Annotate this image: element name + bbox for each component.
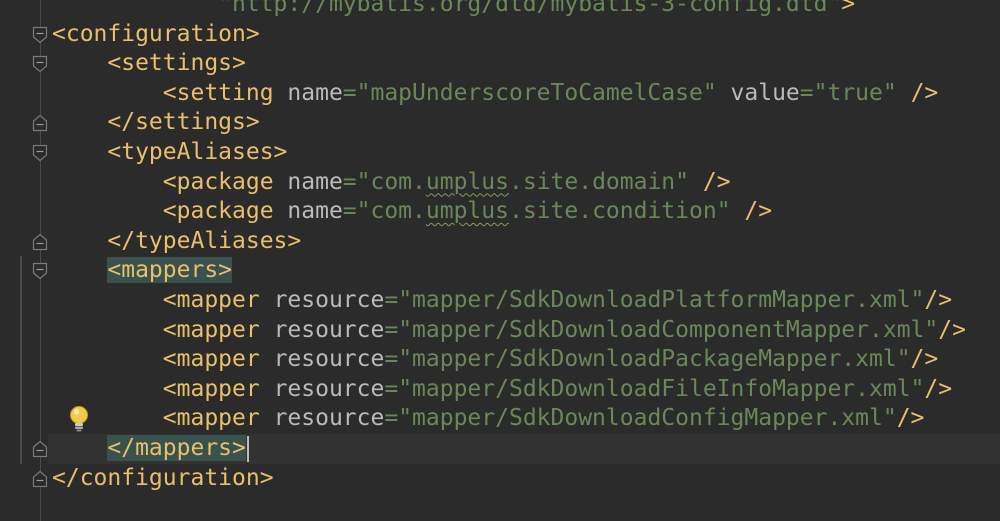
xml-value: ="mapper/SdkDownloadComponentMapper.xml" <box>384 316 939 343</box>
xml-value: umplus <box>425 198 509 225</box>
xml-attribute: name <box>287 168 343 195</box>
code-line[interactable]: <mapper resource="mapper/SdkDownloadFile… <box>52 375 952 405</box>
fold-close-icon[interactable] <box>32 233 48 251</box>
xml-tag: <setting <box>162 79 288 106</box>
code-editor[interactable]: "http://mybatis.org/dtd/mybatis-3-config… <box>0 0 1000 521</box>
xml-attribute: name <box>287 79 343 106</box>
xml-tag: <settings> <box>107 50 246 77</box>
xml-attribute: name <box>287 198 343 225</box>
xml-value: ="true" <box>799 79 911 106</box>
xml-tag: <package <box>162 168 288 195</box>
xml-value: ="mapper/SdkDownloadPlatformMapper.xml" <box>384 287 925 313</box>
xml-attribute: resource <box>273 287 385 313</box>
code-line[interactable]: </settings> <box>52 108 260 138</box>
xml-tag: <mapper <box>162 316 274 343</box>
xml-tag: /> <box>924 287 953 313</box>
code-line[interactable]: <package name="com.umplus.site.condition… <box>52 197 772 227</box>
code-line[interactable]: <mapper resource="mapper/SdkDownloadConf… <box>52 404 925 434</box>
code-line[interactable]: <mapper resource="mapper/SdkDownloadPlat… <box>52 286 952 316</box>
fold-close-icon[interactable] <box>32 470 48 488</box>
xml-tag: <configuration> <box>52 20 260 47</box>
xml-tag: <mapper <box>162 346 274 373</box>
xml-attribute: resource <box>273 346 385 373</box>
code-line[interactable]: <package name="com.umplus.site.domain" /… <box>52 168 731 198</box>
xml-value: .site.condition" <box>508 198 745 225</box>
xml-tag: </typeAliases> <box>107 227 302 254</box>
xml-value: ="mapper/SdkDownloadFileInfoMapper.xml" <box>384 375 925 402</box>
xml-tag: </mappers> <box>107 435 246 461</box>
code-line[interactable]: <typeAliases> <box>52 138 287 168</box>
xml-tag: /> <box>744 198 773 225</box>
xml-value: ="mapper/SdkDownloadConfigMapper.xml" <box>384 405 897 432</box>
fold-close-icon[interactable] <box>32 440 48 458</box>
xml-tag: <package <box>162 198 288 225</box>
xml-value: .site.domain" <box>508 168 703 195</box>
xml-tag: /> <box>910 346 939 373</box>
fold-open-icon[interactable] <box>32 55 48 73</box>
code-line[interactable]: </typeAliases> <box>52 227 301 257</box>
xml-attribute: resource <box>273 375 385 402</box>
fold-open-icon[interactable] <box>32 144 48 162</box>
xml-attribute: value <box>730 79 800 106</box>
code-line[interactable]: </mappers> <box>52 434 249 464</box>
xml-tag: /> <box>924 375 953 402</box>
xml-value: ="mapper/SdkDownloadPackageMapper.xml" <box>384 346 911 373</box>
code-line[interactable]: <configuration> <box>52 20 260 50</box>
xml-value: ="com. <box>342 168 426 195</box>
xml-tag: </settings> <box>107 109 260 136</box>
fold-open-icon[interactable] <box>32 26 48 44</box>
fold-open-icon[interactable] <box>32 262 48 280</box>
code-line[interactable]: </configuration> <box>52 464 274 494</box>
code-line[interactable]: <mappers> <box>52 256 233 286</box>
code-line[interactable]: <mapper resource="mapper/SdkDownloadComp… <box>52 316 966 346</box>
xml-tag: <mappers> <box>107 257 233 284</box>
xml-tag: <mapper <box>162 375 274 402</box>
text-caret <box>246 435 249 462</box>
xml-tag: /> <box>938 316 966 343</box>
code-line[interactable]: <mapper resource="mapper/SdkDownloadPack… <box>52 345 938 375</box>
xml-tag: > <box>841 0 856 17</box>
lightbulb-icon[interactable] <box>66 404 92 434</box>
xml-attribute: resource <box>273 405 385 432</box>
xml-tag: /> <box>896 405 925 432</box>
xml-value: umplus <box>425 168 509 195</box>
code-line[interactable]: <settings> <box>52 49 246 79</box>
xml-value: "http://mybatis.org/dtd/mybatis-3-config… <box>218 0 842 17</box>
xml-tag: </configuration> <box>52 464 274 491</box>
xml-tag: /> <box>910 79 939 106</box>
xml-tag: <mapper <box>162 287 274 313</box>
xml-value: ="com. <box>342 198 426 225</box>
code-line[interactable]: <setting name="mapUnderscoreToCamelCase"… <box>52 79 938 109</box>
xml-tag: <typeAliases> <box>107 139 288 165</box>
fold-close-icon[interactable] <box>32 114 48 132</box>
code-line[interactable]: "http://mybatis.org/dtd/mybatis-3-config… <box>52 0 855 20</box>
xml-attribute: resource <box>273 316 385 343</box>
xml-value: ="mapUnderscoreToCamelCase" <box>342 79 731 106</box>
vcs-change-bar <box>20 256 22 464</box>
xml-tag: <mapper <box>162 405 274 432</box>
xml-tag: /> <box>702 168 731 195</box>
